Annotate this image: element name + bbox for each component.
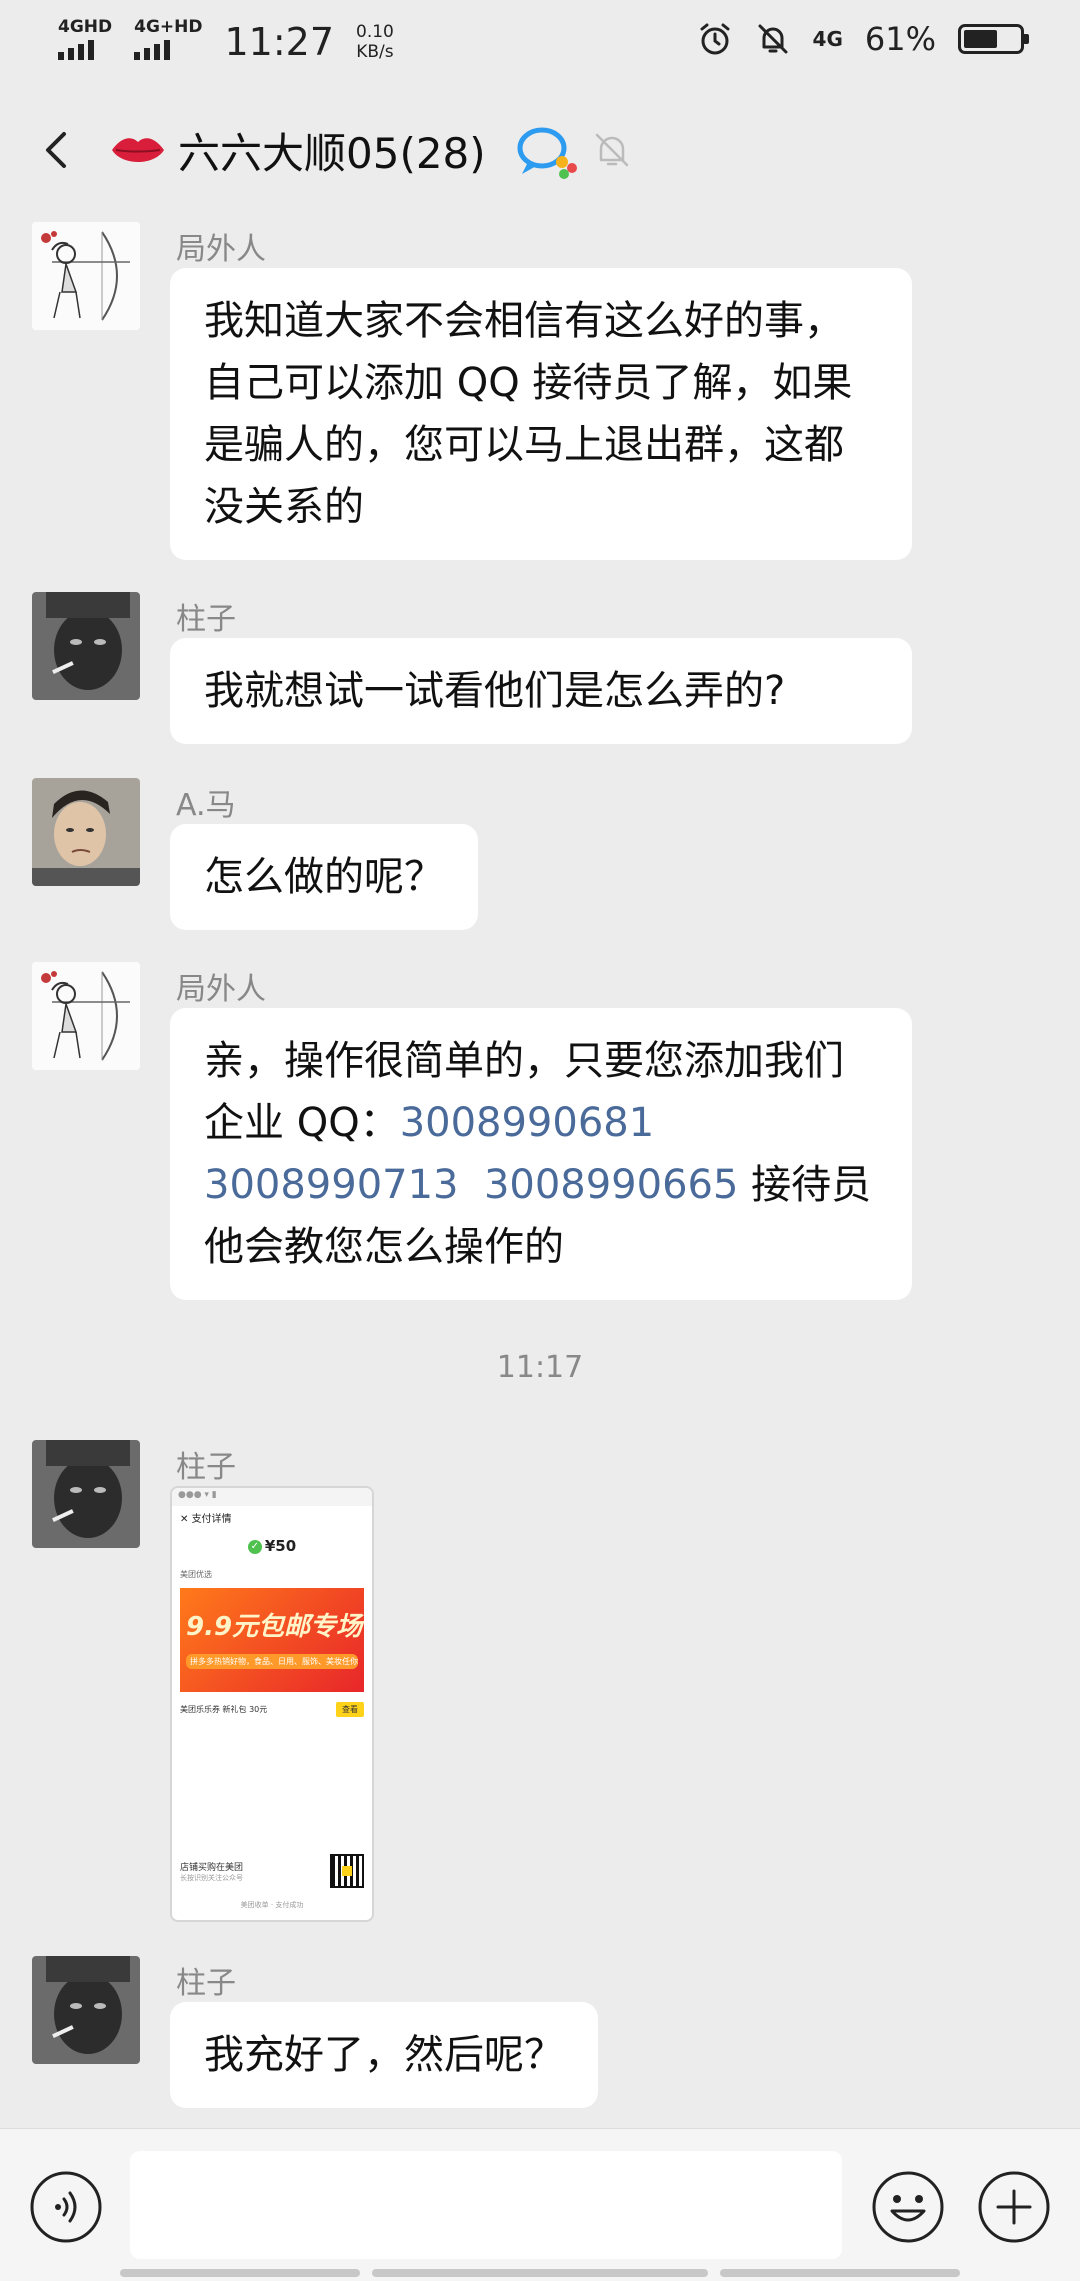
avatar[interactable] — [32, 222, 140, 330]
screenshot-footer: 店铺买购在美团 长按识别关注公众号 — [180, 1854, 364, 1888]
screenshot-bottom-text: 美团收单 · 支付成功 — [240, 1901, 304, 1909]
chat-title[interactable]: 六六大顺05(28) — [178, 120, 486, 181]
network-type-1: 4GHD — [58, 17, 113, 37]
check-icon: ✓ — [247, 1539, 262, 1554]
signal-bars-icon — [134, 40, 171, 60]
avatar[interactable] — [32, 592, 140, 700]
qq-number-link[interactable]: 3008990713 — [204, 1162, 459, 1208]
screenshot-amount: ✓ ¥50 — [172, 1537, 372, 1555]
alarm-icon — [700, 23, 730, 55]
coupon-row: 美团乐乐券 新礼包 30元 查看 — [180, 1702, 364, 1717]
nav-handle — [120, 2269, 360, 2277]
footer-title: 店铺买购在美团 — [180, 1862, 244, 1873]
back-icon[interactable] — [30, 122, 86, 178]
screenshot-header-text: 支付详情 — [191, 1514, 232, 1525]
battery-icon — [958, 24, 1029, 54]
avatar[interactable] — [32, 778, 140, 886]
message-bubble[interactable]: 我充好了，然后呢？ — [170, 2002, 598, 2108]
signal-bars-icon — [58, 40, 94, 60]
message-bubble[interactable]: 我就想试一试看他们是怎么弄的? — [170, 638, 912, 744]
voice-icon[interactable] — [28, 2169, 104, 2245]
sender-name: 局外人 — [176, 972, 266, 1007]
screenshot-merchant: 美团优选 — [180, 1570, 212, 1579]
man-smoking-avatar-icon — [32, 592, 140, 700]
image-message[interactable]: ●●● ▾ ▮ ✕ 支付详情 ✓ ¥50 美团优选 9.9元包邮专场 拼多多热销好… — [170, 1486, 374, 1922]
input-bar — [0, 2128, 1080, 2281]
status-time: 11:27 — [224, 20, 335, 64]
speed-unit: KB/s — [356, 42, 394, 62]
banner-title: 9.9元包邮专场 — [186, 1612, 363, 1642]
bell-off-icon — [758, 24, 788, 54]
chat-header: 六六大顺05(28) — [0, 100, 1080, 200]
sender-name: A.马 — [176, 788, 236, 823]
signal-1: 4GHD — [58, 18, 112, 60]
avatar[interactable] — [32, 1440, 140, 1548]
status-bar: 4GHD 4G+HD 11:27 0.10 KB/s 4G 61% — [0, 0, 1080, 80]
sender-name: 柱子 — [176, 602, 236, 637]
coupon-text: 美团乐乐券 新礼包 30元 — [180, 1705, 268, 1714]
message-bubble[interactable]: 怎么做的呢？ — [170, 824, 478, 930]
network-type-2: 4G+HD — [134, 17, 203, 37]
battery-percent: 61% — [864, 20, 936, 58]
avatar[interactable] — [32, 1956, 140, 2064]
nav-handle — [372, 2269, 708, 2277]
lips-icon — [112, 138, 164, 162]
emoji-icon[interactable] — [870, 2169, 946, 2245]
amount-text: ¥50 — [264, 1537, 297, 1555]
footer-text: 店铺买购在美团 长按识别关注公众号 — [180, 1860, 243, 1883]
promo-banner: 9.9元包邮专场 拼多多热销好物，食品、日用、服饰、美妆任你选 — [180, 1588, 364, 1692]
screenshot-status-bar: ●●● ▾ ▮ — [172, 1488, 372, 1506]
message-bubble[interactable]: 我知道大家不会相信有这么好的事，自己可以添加 QQ 接待员了解，如果是骗人的，您… — [170, 268, 912, 560]
network-type-3: 4G — [812, 27, 843, 51]
speed-value: 0.10 — [356, 22, 394, 42]
man-smoking-avatar-icon — [32, 1440, 140, 1548]
avatar[interactable] — [32, 962, 140, 1070]
coupon-button: 查看 — [336, 1702, 364, 1717]
time-separator: 11:17 — [496, 1350, 584, 1385]
message-bubble[interactable]: 亲，操作很简单的，只要您添加我们企业 QQ：3008990681 30089907… — [170, 1008, 912, 1300]
footer-subtitle: 长按识别关注公众号 — [180, 1873, 243, 1882]
archer-avatar-icon — [32, 962, 140, 1070]
signal-2: 4G+HD — [134, 17, 203, 60]
banner-subtitle: 拼多多热销好物，食品、日用、服饰、美妆任你选 — [186, 1654, 358, 1669]
message-input[interactable] — [130, 2151, 842, 2259]
battery-fill — [964, 30, 997, 48]
qq-group-icon[interactable] — [516, 124, 580, 180]
nav-handle — [720, 2269, 960, 2277]
man-smoking-avatar-icon — [32, 1956, 140, 2064]
network-speed: 0.10 KB/s — [356, 22, 394, 62]
qr-code-icon — [330, 1854, 364, 1888]
plus-icon[interactable] — [976, 2169, 1052, 2245]
sender-name: 柱子 — [176, 1450, 236, 1485]
man-portrait-avatar-icon — [32, 778, 140, 886]
sender-name: 柱子 — [176, 1966, 236, 2001]
screenshot-header: ✕ 支付详情 — [180, 1514, 232, 1525]
archer-avatar-icon — [32, 222, 140, 330]
mute-bell-icon[interactable] — [590, 128, 634, 172]
qq-number-link[interactable]: 3008990681 — [400, 1100, 655, 1146]
sender-name: 局外人 — [176, 232, 266, 267]
qq-number-link[interactable]: 3008990665 — [484, 1162, 739, 1208]
